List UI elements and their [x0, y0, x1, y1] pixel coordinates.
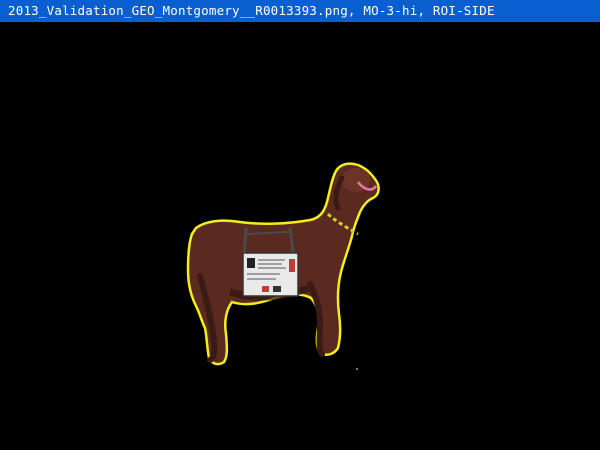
window-title[interactable]: 2013_Validation_GEO_Montgomery__R0013393… [0, 0, 600, 22]
image-viewer-window: 2013_Validation_GEO_Montgomery__R0013393… [0, 0, 600, 450]
tag-red-marker [289, 259, 295, 272]
image-canvas[interactable] [0, 22, 600, 450]
tag-dark-block [273, 286, 281, 292]
goat-image [186, 162, 380, 370]
tag-red-block [262, 286, 269, 292]
image-speck [356, 368, 358, 370]
id-tag-card [242, 252, 299, 297]
tag-barcode-block [247, 258, 255, 268]
